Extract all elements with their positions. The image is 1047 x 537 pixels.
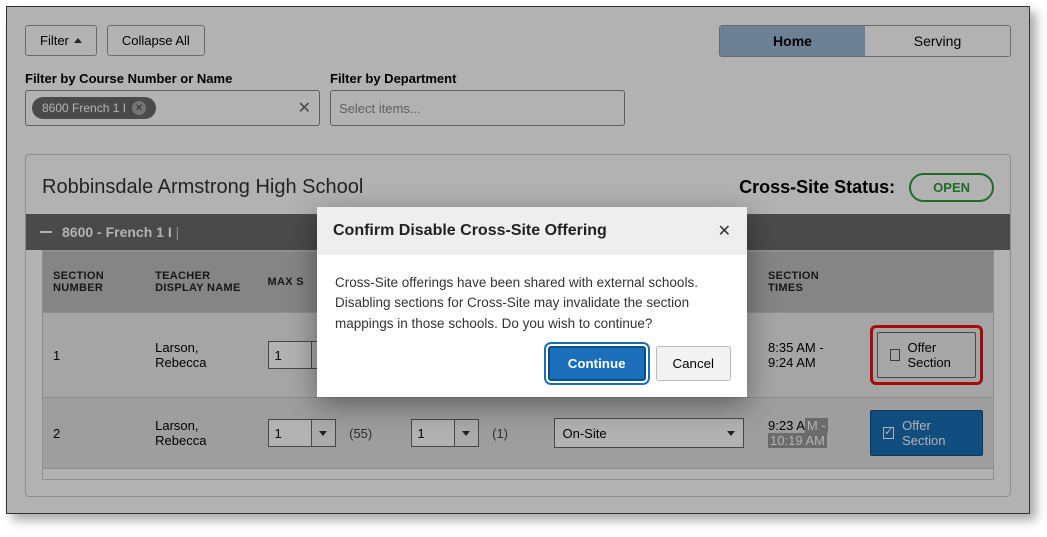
close-icon[interactable]: ✕ xyxy=(718,221,731,241)
cancel-button[interactable]: Cancel xyxy=(656,346,732,381)
modal-header: Confirm Disable Cross-Site Offering ✕ xyxy=(317,207,747,255)
modal-body: Cross-Site offerings have been shared wi… xyxy=(317,255,747,346)
modal-actions: Continue Cancel xyxy=(317,346,747,397)
modal-title: Confirm Disable Cross-Site Offering xyxy=(333,222,607,240)
confirm-modal: Confirm Disable Cross-Site Offering ✕ Cr… xyxy=(317,207,747,397)
continue-button[interactable]: Continue xyxy=(548,346,646,381)
page-frame: Filter Collapse All Home Serving Filter … xyxy=(6,6,1030,514)
